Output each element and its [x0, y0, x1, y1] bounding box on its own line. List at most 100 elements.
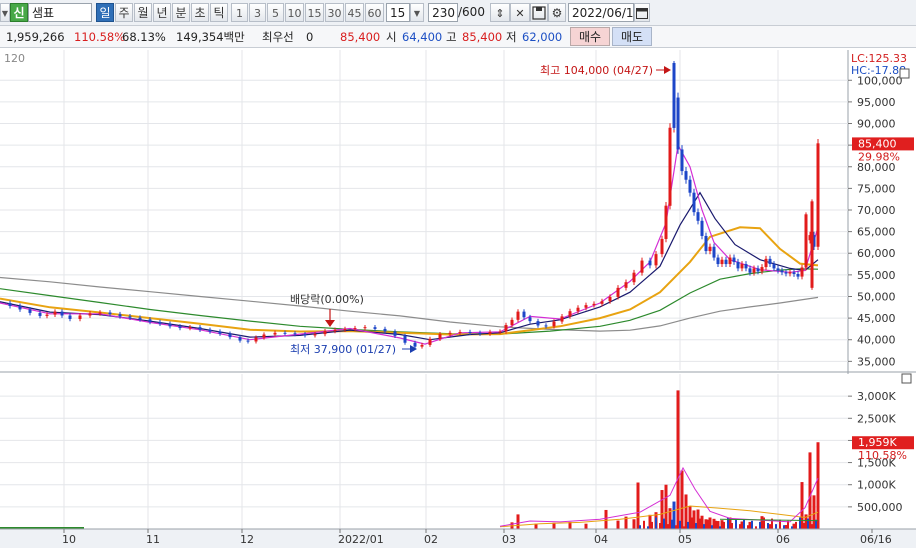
candle-body: [228, 333, 232, 338]
current-volume-tag-bg: [852, 436, 914, 450]
current-price: 85,400: [340, 30, 381, 44]
candle-body: [293, 333, 297, 335]
candle-body: [728, 257, 732, 265]
volume-bar: [707, 519, 709, 529]
interval-button-1[interactable]: 1: [231, 3, 248, 22]
candle-body: [792, 272, 796, 274]
interval-button-30[interactable]: 30: [325, 3, 344, 22]
candle-body: [198, 327, 202, 330]
interval-select[interactable]: 15: [386, 3, 410, 22]
crosshair-icon[interactable]: ✕: [510, 3, 530, 22]
candle-body: [238, 337, 242, 341]
period-tab-0[interactable]: 일: [96, 3, 114, 22]
candle-body: [528, 317, 532, 322]
period-tab-5[interactable]: 초: [191, 3, 209, 22]
sell-button[interactable]: 매도: [612, 27, 652, 46]
interval-button-3[interactable]: 3: [249, 3, 266, 22]
candle-body: [632, 272, 636, 283]
volume-tick-label: 2,000K: [857, 434, 896, 447]
candle-body: [208, 329, 212, 332]
chart-tool-icon[interactable]: ⇕: [490, 3, 510, 22]
interval-button-60[interactable]: 60: [365, 3, 384, 22]
volume-bar: [763, 517, 765, 529]
candle-body: [108, 312, 112, 315]
candle-body: [88, 313, 92, 316]
save-icon[interactable]: [530, 3, 548, 22]
volume-bar: [708, 517, 712, 529]
volume-bar: [688, 505, 692, 529]
candle-body: [420, 344, 424, 347]
volume-bar: [552, 522, 556, 529]
scale-label: 120: [4, 52, 25, 65]
dividend-arrow-icon: [325, 320, 335, 327]
volume-bar: [663, 518, 665, 529]
volume-bar: [687, 521, 689, 529]
interval-button-5[interactable]: 5: [267, 3, 284, 22]
stock-name-field[interactable]: 샘표: [28, 3, 92, 22]
candle-body: [522, 311, 526, 318]
candle-body: [246, 340, 250, 342]
volume-bar: [767, 523, 769, 529]
volume-tick-label: 1,500K: [857, 457, 896, 470]
candle-body: [654, 254, 658, 266]
count-field[interactable]: 230: [428, 3, 458, 22]
volume-bar: [807, 518, 809, 529]
candle-body: [138, 317, 142, 320]
x-tick-label: 02: [424, 533, 438, 546]
volume-bar: [755, 526, 757, 529]
candle-body: [303, 334, 307, 336]
volume-bar: [735, 518, 737, 529]
interval-button-45[interactable]: 45: [345, 3, 364, 22]
volume-bar: [691, 517, 693, 529]
volume-bar: [680, 470, 684, 529]
volume-bar: [632, 519, 636, 529]
volume-ma20: [499, 505, 819, 528]
volume-bar: [516, 514, 520, 529]
volume-bar: [534, 523, 538, 529]
buy-button[interactable]: 매수: [570, 27, 610, 46]
turnover-rate: 68.13%: [122, 30, 166, 44]
period-tab-1[interactable]: 주: [115, 3, 133, 22]
candle-body: [772, 264, 776, 269]
date-field[interactable]: 2022/06/16: [568, 3, 641, 22]
volume-bar: [743, 519, 745, 529]
candle-body: [363, 327, 367, 329]
period-tab-4[interactable]: 분: [172, 3, 190, 22]
volume-bar: [647, 526, 649, 529]
low-label: 저: [506, 30, 517, 44]
volume-bar: [719, 526, 721, 529]
volume-bar: [759, 521, 761, 529]
candle-body: [780, 270, 784, 273]
high-annotation: 최고 104,000 (04/27): [540, 64, 653, 77]
volume-bar: [771, 518, 773, 529]
interval-button-10[interactable]: 10: [285, 3, 304, 22]
candle-body: [732, 257, 736, 262]
settings-icon[interactable]: ⚙: [548, 3, 566, 22]
volume-bar: [654, 512, 658, 529]
candle-body: [810, 201, 814, 288]
volume-bar: [712, 518, 716, 529]
period-tab-6[interactable]: 틱: [210, 3, 228, 22]
volume-bar: [659, 523, 661, 529]
candle-body: [672, 62, 676, 128]
candle-body: [764, 258, 768, 268]
interval-value: 15: [390, 6, 406, 20]
period-tab-3[interactable]: 년: [153, 3, 171, 22]
candle-body: [668, 127, 672, 206]
volume-bar: [731, 523, 733, 529]
candle-body: [68, 315, 72, 319]
candle-body: [776, 268, 780, 271]
volume-bar: [727, 517, 729, 529]
period-tab-2[interactable]: 월: [134, 3, 152, 22]
interval-dropdown-icon[interactable]: ▼: [410, 3, 424, 22]
candle-body: [78, 315, 82, 319]
date-value: 2022/06/16: [572, 6, 642, 20]
interval-button-15[interactable]: 15: [305, 3, 324, 22]
candle-body: [664, 205, 668, 239]
stock-badge[interactable]: 신: [10, 3, 28, 22]
volume-value: 1,959,266: [6, 30, 65, 44]
dropdown-arrow-icon[interactable]: ▼: [0, 3, 10, 22]
candle-body: [28, 309, 32, 313]
calendar-icon[interactable]: [634, 3, 650, 22]
candle-body: [343, 328, 347, 330]
